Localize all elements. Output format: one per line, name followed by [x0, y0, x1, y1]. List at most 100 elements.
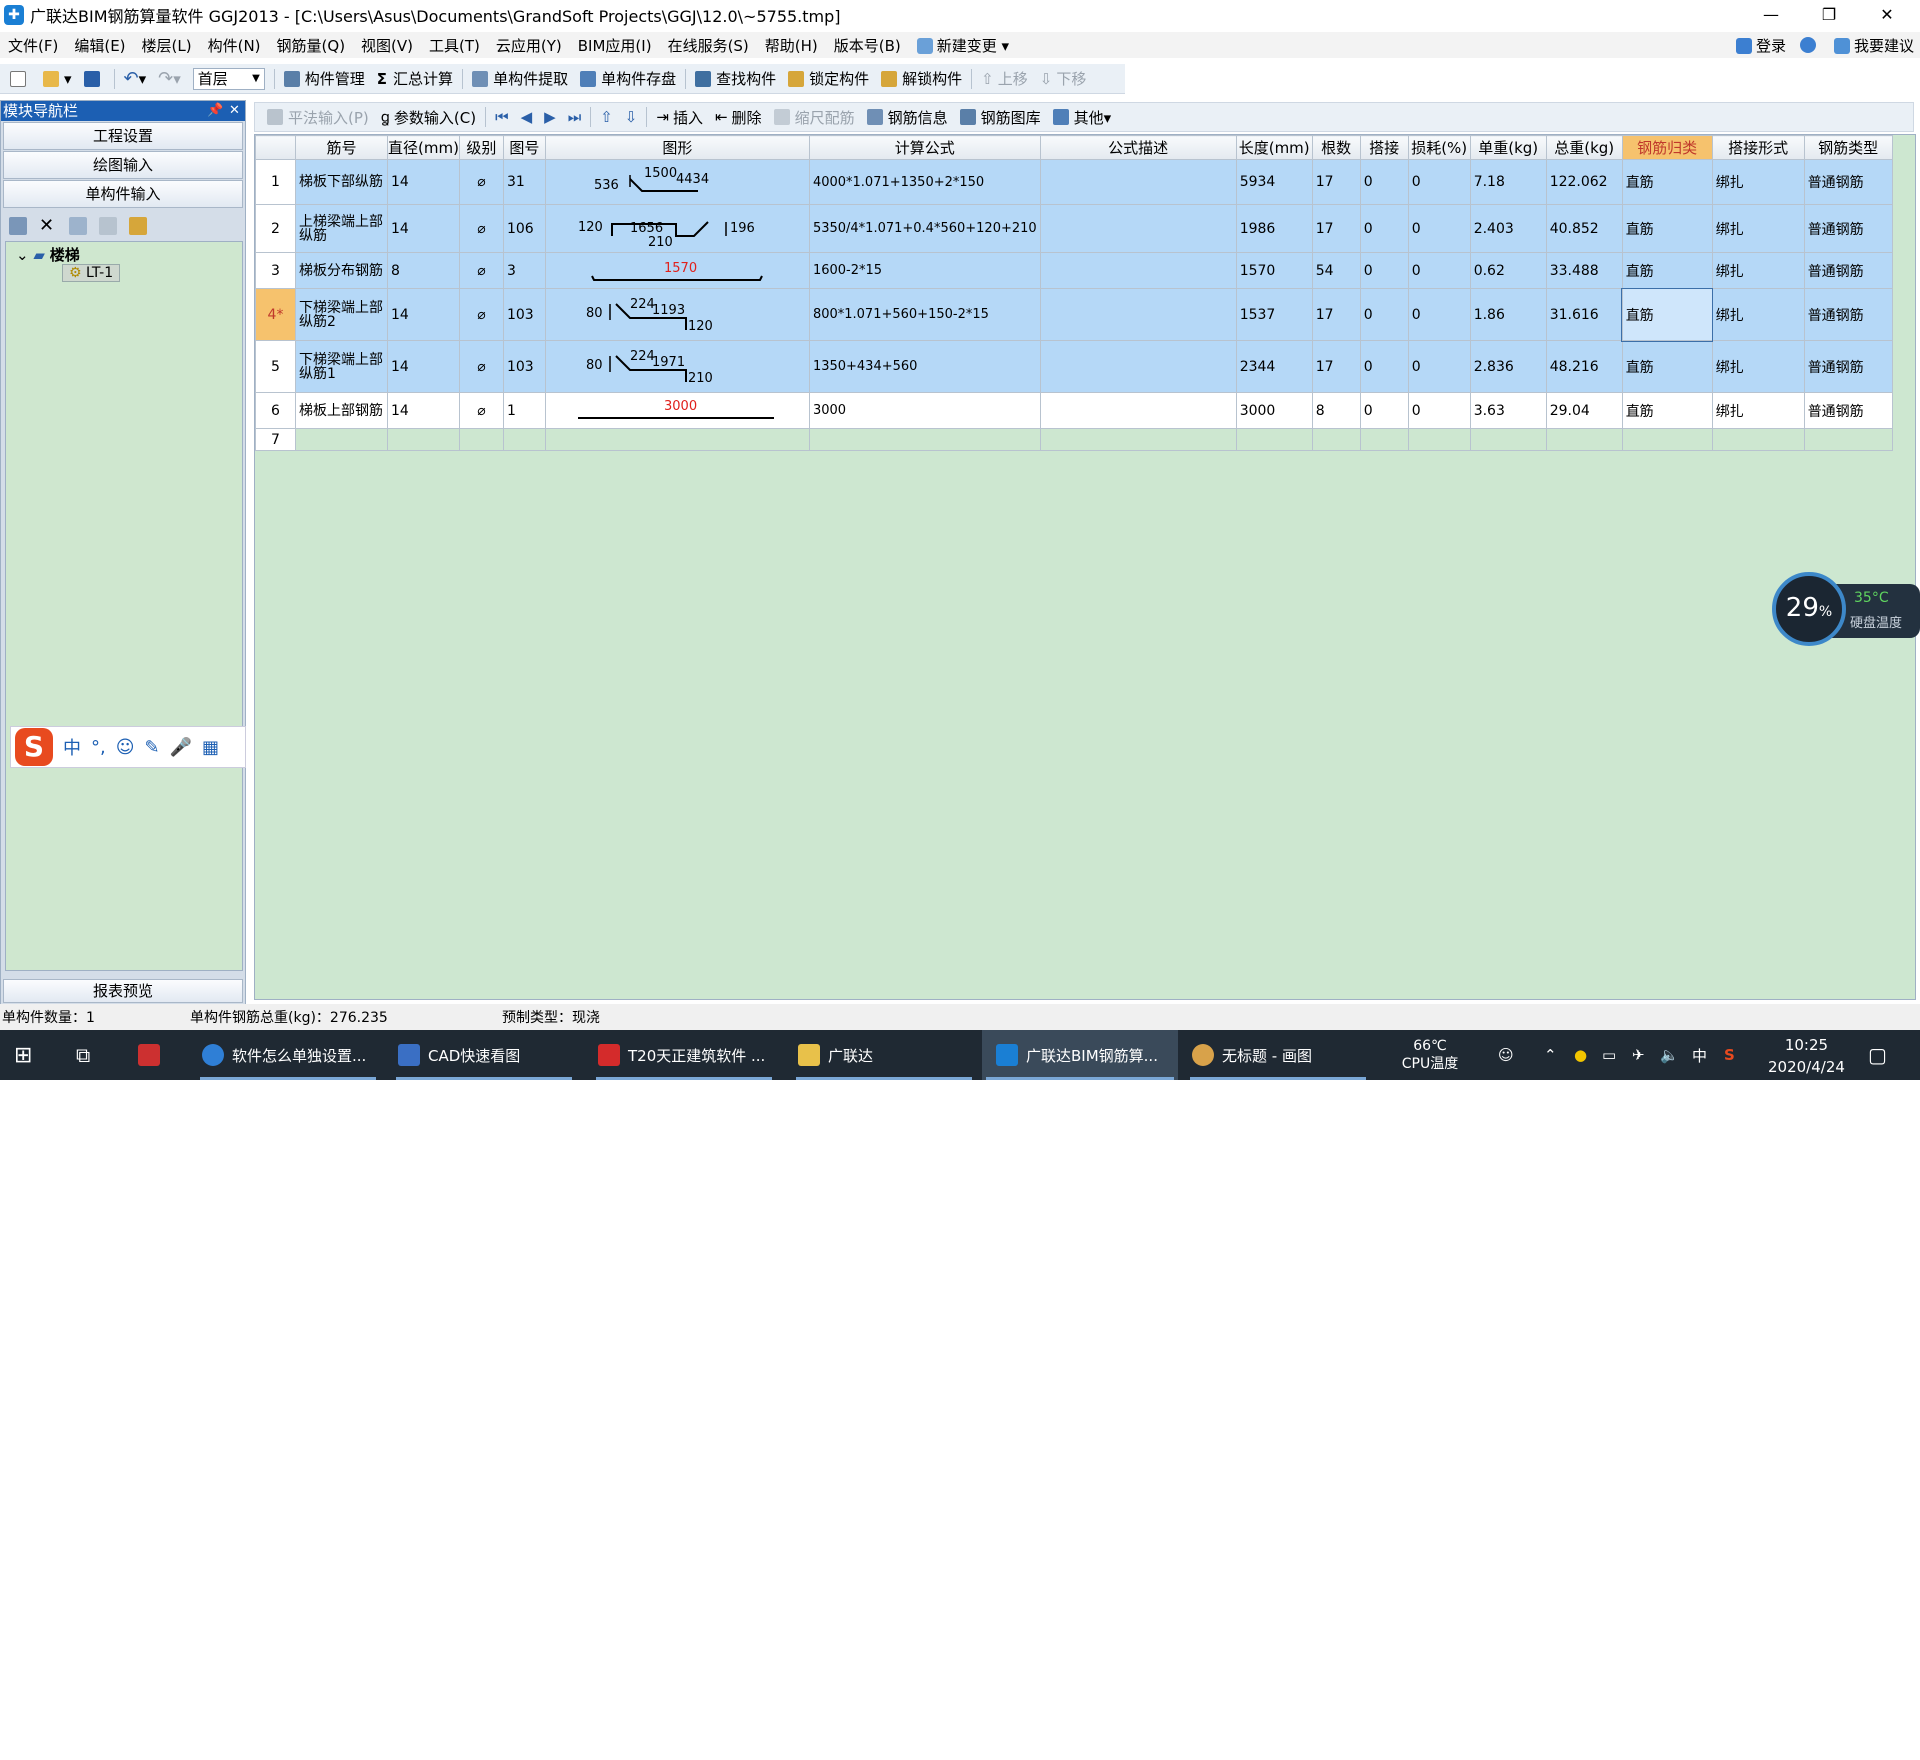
- menu-rebar-quantity[interactable]: 钢筋量(Q): [269, 35, 354, 56]
- cell-unit-weight[interactable]: 7.18: [1469, 159, 1547, 205]
- taskbar-app-folder[interactable]: 广联达: [792, 1030, 976, 1080]
- delete-icon[interactable]: ✕: [39, 217, 57, 235]
- col-header[interactable]: 钢筋归类: [1621, 135, 1713, 160]
- col-header[interactable]: 图形: [544, 135, 810, 160]
- cell-length[interactable]: 1986: [1235, 204, 1313, 253]
- cell-class[interactable]: 直筋: [1621, 392, 1713, 429]
- sogou-logo-icon[interactable]: S: [15, 728, 53, 766]
- col-header[interactable]: 筋号: [295, 135, 388, 160]
- cell-shape[interactable]: 120 1656 210 196: [544, 204, 810, 253]
- cell-empty[interactable]: [1621, 428, 1713, 451]
- people-icon[interactable]: ☺: [1498, 1030, 1514, 1080]
- minimize-button[interactable]: —: [1742, 0, 1800, 30]
- cell-loss[interactable]: 0: [1407, 159, 1471, 205]
- cell-length[interactable]: 2344: [1235, 340, 1313, 393]
- cell-total-weight[interactable]: 48.216: [1545, 340, 1623, 393]
- cell-rebar-type[interactable]: 普通钢筋: [1803, 288, 1893, 341]
- col-header[interactable]: 直径(mm): [387, 135, 460, 160]
- col-header[interactable]: 根数: [1311, 135, 1361, 160]
- cell-empty[interactable]: [387, 428, 460, 451]
- save-component-button[interactable]: 单构件存盘: [574, 65, 682, 93]
- cell-empty[interactable]: [1235, 428, 1313, 451]
- copy-icon[interactable]: [69, 217, 87, 235]
- tree-node-stair[interactable]: ⌄ ▰ 楼梯: [16, 244, 80, 265]
- col-header[interactable]: 搭接形式: [1711, 135, 1805, 160]
- cell-diameter[interactable]: 14: [387, 204, 460, 253]
- cell-empty[interactable]: [1803, 428, 1893, 451]
- table-row[interactable]: 5 下梯梁端上部纵筋1 14 ⌀ 103 80 224 1971 210 135…: [255, 340, 1893, 393]
- cell-total-weight[interactable]: 31.616: [1545, 288, 1623, 341]
- cell-count[interactable]: 17: [1311, 159, 1361, 205]
- flat-input-button[interactable]: 平法输入(P): [261, 103, 375, 131]
- row-number[interactable]: 6: [255, 392, 296, 429]
- cell-empty[interactable]: [1311, 428, 1361, 451]
- floor-select[interactable]: 首层 ▼: [192, 67, 265, 90]
- cell-length[interactable]: 5934: [1235, 159, 1313, 205]
- cell-grade[interactable]: ⌀: [458, 159, 504, 205]
- ime-emoji-icon[interactable]: ☺: [116, 737, 135, 758]
- menu-help[interactable]: 帮助(H): [757, 35, 826, 56]
- taskbar-app-ggj[interactable]: 广联达BIM钢筋算...: [982, 1030, 1178, 1080]
- cell-loss[interactable]: 0: [1407, 288, 1471, 341]
- scale-rebar-button[interactable]: 缩尺配筋: [768, 103, 861, 131]
- cell-count[interactable]: 17: [1311, 340, 1361, 393]
- cell-lap-form[interactable]: 绑扎: [1711, 340, 1805, 393]
- menu-edit[interactable]: 编辑(E): [66, 35, 133, 56]
- restore-button[interactable]: ❐: [1800, 0, 1858, 30]
- ime-punctuation-icon[interactable]: °,: [91, 737, 106, 758]
- cell-formula[interactable]: 1600-2*15: [808, 252, 1041, 289]
- ime-toolbox-icon[interactable]: ▦: [202, 737, 219, 758]
- table-row[interactable]: 2 上梯梁端上部纵筋 14 ⌀ 106 120 1656 210 196 535…: [255, 204, 1893, 253]
- extract-component-button[interactable]: 单构件提取: [466, 65, 574, 93]
- cell-figure-no[interactable]: 31: [502, 159, 546, 205]
- cell-unit-weight[interactable]: 2.403: [1469, 204, 1547, 253]
- battery-icon[interactable]: ▭: [1602, 1030, 1616, 1080]
- cell-length[interactable]: 3000: [1235, 392, 1313, 429]
- cell-rebar-type[interactable]: 普通钢筋: [1803, 252, 1893, 289]
- new-component-icon[interactable]: [9, 217, 27, 235]
- other-menu-button[interactable]: 其他▾: [1047, 103, 1118, 131]
- tree-node-lt1[interactable]: ⚙ LT-1: [62, 264, 121, 282]
- taskbar-app-t20[interactable]: T20天正建筑软件 ...: [592, 1030, 776, 1080]
- cell-lap[interactable]: 0: [1359, 204, 1409, 253]
- row-number[interactable]: 3: [255, 252, 296, 289]
- col-header[interactable]: 损耗(%): [1407, 135, 1471, 160]
- table-row-empty[interactable]: 7: [255, 428, 1893, 451]
- move-up-button[interactable]: ⇧ 上移: [975, 65, 1034, 93]
- menu-floor[interactable]: 楼层(L): [134, 35, 200, 56]
- cell-unit-weight[interactable]: 2.836: [1469, 340, 1547, 393]
- component-manage-button[interactable]: 构件管理: [278, 65, 371, 93]
- cell-total-weight[interactable]: 40.852: [1545, 204, 1623, 253]
- menu-view[interactable]: 视图(V): [353, 35, 421, 56]
- menu-cloud[interactable]: 云应用(Y): [488, 35, 570, 56]
- cell-shape[interactable]: 3000: [544, 392, 810, 429]
- menu-online[interactable]: 在线服务(S): [660, 35, 757, 56]
- tab-drawing-input[interactable]: 绘图输入: [3, 151, 243, 179]
- cell-loss[interactable]: 0: [1407, 252, 1471, 289]
- input-mode-indicator[interactable]: 中: [1692, 1030, 1707, 1080]
- menu-tools[interactable]: 工具(T): [421, 35, 488, 56]
- cell-grade[interactable]: ⌀: [458, 252, 504, 289]
- cell-lap[interactable]: 0: [1359, 340, 1409, 393]
- cell-loss[interactable]: 0: [1407, 204, 1471, 253]
- cell-formula-desc[interactable]: [1039, 340, 1237, 393]
- sogou-tray-icon[interactable]: S: [1724, 1030, 1735, 1080]
- table-row[interactable]: 4* 下梯梁端上部纵筋2 14 ⌀ 103 80 224 1193 120 80…: [255, 287, 1893, 342]
- cell-diameter[interactable]: 8: [387, 252, 460, 289]
- cell-empty[interactable]: [1359, 428, 1409, 451]
- menu-file[interactable]: 文件(F): [0, 35, 66, 56]
- row-up-button[interactable]: ⇧: [594, 103, 619, 131]
- cell-class[interactable]: 直筋: [1621, 340, 1713, 393]
- col-header[interactable]: 计算公式: [808, 135, 1041, 160]
- menu-bim[interactable]: BIM应用(I): [570, 35, 660, 56]
- first-record-button[interactable]: ⏮: [489, 103, 515, 131]
- cell-empty[interactable]: [544, 428, 810, 451]
- cell-loss[interactable]: 0: [1407, 340, 1471, 393]
- cell-lap-form[interactable]: 绑扎: [1711, 288, 1805, 341]
- cell-name[interactable]: 下梯梁端上部纵筋1: [295, 340, 388, 393]
- open-button[interactable]: ▾: [37, 65, 78, 93]
- taskbar-clock[interactable]: 10:25 2020/4/24: [1768, 1034, 1845, 1078]
- cell-formula-desc[interactable]: [1039, 288, 1237, 341]
- properties-icon[interactable]: [129, 217, 147, 235]
- cell-rebar-type[interactable]: 普通钢筋: [1803, 204, 1893, 253]
